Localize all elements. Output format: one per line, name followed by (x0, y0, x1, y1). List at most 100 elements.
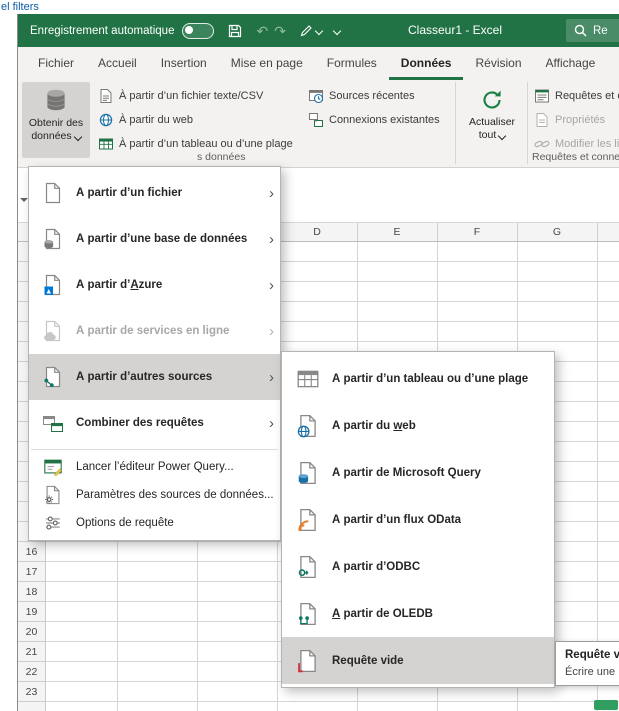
row-header-17[interactable]: 17 (18, 562, 45, 582)
window-title: Classeur1 - Excel (385, 14, 525, 47)
search-text: Re (593, 25, 608, 37)
submenu-item-blank-query[interactable]: Requête vide (282, 637, 554, 684)
existing-connections-icon (308, 112, 324, 128)
chevron-down-icon (73, 132, 81, 140)
file-icon (37, 182, 69, 204)
column-header-separator (597, 223, 598, 241)
ribbon-button-label: Connexions existantes (329, 114, 440, 126)
submenu-item-from-table-range[interactable]: À partir d’un tableau ou d’une plage (282, 355, 554, 402)
autosave-toggle[interactable] (182, 23, 214, 39)
save-button[interactable] (228, 24, 242, 38)
queries-connections-icon (534, 88, 550, 104)
submenu-item-from-microsoft-query[interactable]: À partir de Microsoft Query (282, 449, 554, 496)
ribbon-button-from-table-range[interactable]: À partir d’un tableau ou d’une plage (96, 132, 295, 156)
column-header-g[interactable]: G (517, 223, 597, 241)
menu-item-query-options[interactable]: Options de requête (29, 509, 280, 537)
ribbon-button-properties[interactable]: Propriétés (532, 108, 607, 132)
submenu-item-label: Requête vide (332, 655, 404, 667)
row-header-23[interactable]: 23 (18, 682, 45, 702)
submenu-item-from-web[interactable]: À partir du web (282, 402, 554, 449)
search-icon (574, 24, 587, 37)
column-header-separator (517, 223, 518, 241)
refresh-icon (480, 88, 504, 112)
menu-item-data-source-settings[interactable]: Paramètres des sources de données... (29, 481, 280, 509)
get-data-button[interactable]: Obtenir des données (22, 82, 90, 158)
redo-button[interactable]: ↷ (274, 24, 286, 38)
menu-item-from-online-services[interactable]: À partir de services en ligne (29, 308, 280, 354)
background-link-fragment[interactable]: el filters (1, 0, 39, 14)
refresh-label-line1: Actualiser (469, 116, 515, 129)
qat-customize-button[interactable] (334, 28, 340, 34)
submenu-item-label: À partir du web (332, 420, 416, 432)
submenu-item-label: À partir de OLEDB (332, 608, 433, 620)
column-header-f[interactable]: F (437, 223, 517, 241)
tab-donnees[interactable]: Données (389, 47, 464, 80)
ribbon-button-label: Sources récentes (329, 90, 415, 102)
ink-pen-button[interactable] (300, 24, 322, 37)
query-options-icon (37, 513, 69, 533)
submenu-item-from-oledb[interactable]: À partir de OLEDB (282, 590, 554, 637)
tab-formules[interactable]: Formules (315, 47, 389, 80)
chevron-down-icon (498, 131, 506, 139)
menu-item-from-other-sources[interactable]: À partir d’autres sources (29, 354, 280, 400)
row-header-22[interactable]: 22 (18, 662, 45, 682)
edit-links-icon (534, 136, 550, 152)
ribbon-button-label: Propriétés (555, 114, 605, 126)
row-header-21[interactable]: 21 (18, 642, 45, 662)
submenu-item-label: À partir d’un tableau ou d’une plage (332, 373, 528, 385)
odata-icon (290, 508, 326, 532)
menu-item-from-file[interactable]: À partir d’un fichier (29, 170, 280, 216)
menu-item-combine-queries[interactable]: Combiner des requêtes (29, 400, 280, 446)
table-range-icon (98, 136, 114, 152)
submenu-arrow-icon (262, 232, 274, 247)
ribbon-button-label: Requêtes et connexions (555, 90, 619, 102)
menu-separator (31, 449, 278, 450)
tab-affichage[interactable]: Affichage (534, 47, 608, 80)
ribbon-button-queries-connections[interactable]: Requêtes et connexions (532, 84, 619, 108)
redo-icon: ↷ (274, 24, 286, 38)
submenu-arrow-icon (262, 186, 274, 201)
ribbon-button-label: Modifier les liaisons (555, 138, 619, 150)
search-input[interactable]: Re (566, 19, 619, 42)
refresh-all-button[interactable]: Actualiser tout (462, 82, 522, 158)
submenu-arrow-icon (262, 416, 274, 431)
get-data-label-line2: données (31, 130, 71, 143)
column-header-e[interactable]: E (357, 223, 437, 241)
tab-revision[interactable]: Révision (463, 47, 533, 80)
save-icon (228, 24, 242, 38)
row-header-19[interactable]: 19 (18, 602, 45, 622)
bottom-right-green-fragment (594, 700, 618, 710)
submenu-item-from-odata-feed[interactable]: À partir d’un flux OData (282, 496, 554, 543)
ribbon-button-from-web[interactable]: À partir du web (96, 108, 195, 132)
name-box-dropdown-icon[interactable] (20, 198, 28, 206)
refresh-label-line2: tout (479, 129, 497, 142)
tab-mise-en-page[interactable]: Mise en page (219, 47, 315, 80)
tab-fichier[interactable]: Fichier (26, 47, 86, 80)
menu-item-from-database[interactable]: À partir d’une base de données (29, 216, 280, 262)
get-data-label-line1: Obtenir des (29, 117, 83, 130)
submenu-item-from-odbc[interactable]: À partir d’ODBC (282, 543, 554, 590)
undo-button[interactable]: ↶ (256, 24, 268, 38)
tab-insertion[interactable]: Insertion (149, 47, 219, 80)
column-header-d[interactable]: D (277, 223, 357, 241)
ribbon-button-existing-connections[interactable]: Connexions existantes (306, 108, 442, 132)
autosave-label: Enregistrement automatique (30, 25, 174, 37)
ribbon-button-recent-sources[interactable]: Sources récentes (306, 84, 417, 108)
combine-queries-icon (37, 412, 69, 434)
menu-item-from-azure[interactable]: À partir d’Azure (29, 262, 280, 308)
row-header-18[interactable]: 18 (18, 582, 45, 602)
row-header-16[interactable]: 16 (18, 542, 45, 562)
submenu-arrow-icon (262, 278, 274, 293)
menu-item-label: Lancer l’éditeur Power Query... (76, 461, 274, 473)
database-icon (37, 228, 69, 250)
row-header-20[interactable]: 20 (18, 622, 45, 642)
menu-item-launch-power-query-editor[interactable]: Lancer l’éditeur Power Query... (29, 453, 280, 481)
text-csv-icon (98, 88, 114, 104)
menu-item-label: Options de requête (76, 517, 274, 529)
tab-accueil[interactable]: Accueil (86, 47, 149, 80)
ribbon-button-from-text-csv[interactable]: À partir d’un fichier texte/CSV (96, 84, 265, 108)
submenu-item-label: À partir d’ODBC (332, 561, 420, 573)
ribbon-button-label: À partir d’un tableau ou d’une plage (119, 138, 293, 150)
chevron-down-icon (315, 26, 323, 34)
ribbon-group-separator (527, 82, 528, 164)
